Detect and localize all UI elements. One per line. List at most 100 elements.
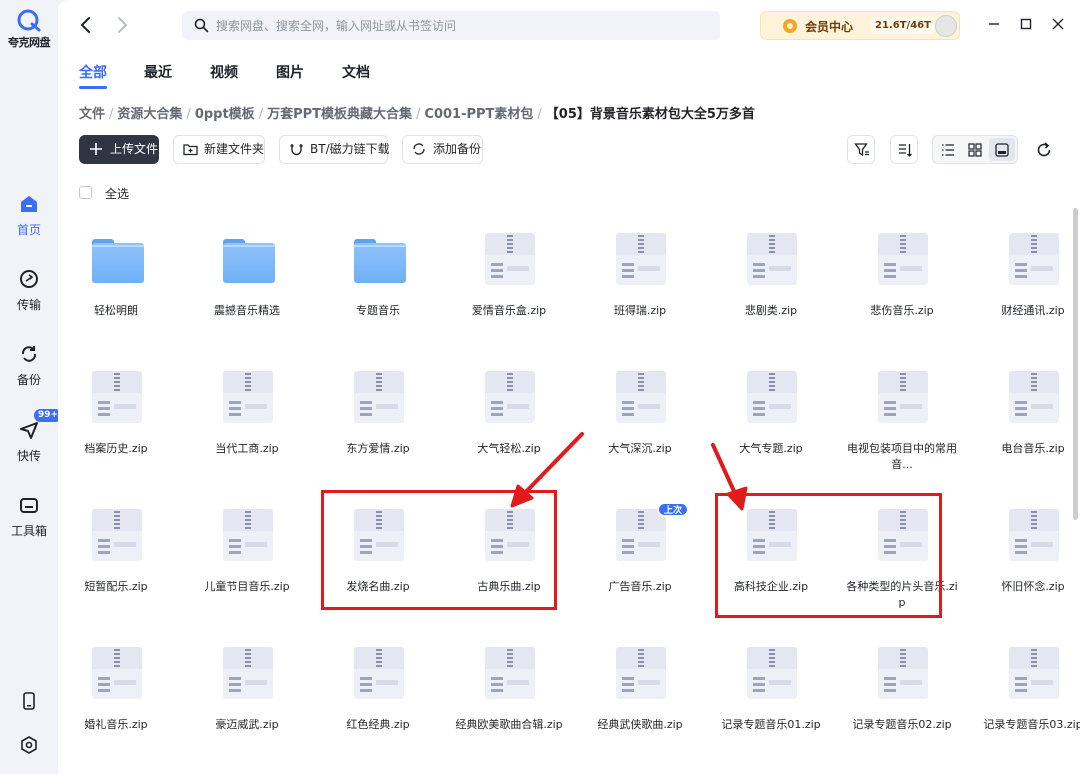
file-item[interactable]: 记录专题音乐02.zip <box>837 647 967 774</box>
breadcrumb-current: 【05】背景音乐素材包大全5万多首 <box>545 107 755 122</box>
folder-item[interactable]: 专题音乐 <box>313 233 443 363</box>
file-name: 当代工商.zip <box>215 442 279 455</box>
search-input[interactable] <box>216 11 706 40</box>
sidebar-item-label: 快传 <box>16 449 41 463</box>
file-name: 班得瑞.zip <box>613 304 667 317</box>
select-all-checkbox[interactable] <box>79 186 92 199</box>
bt-download-button[interactable]: BT/磁力链下载 <box>279 135 390 164</box>
filter-button[interactable] <box>847 135 875 164</box>
phone-icon <box>18 690 40 712</box>
new-folder-button[interactable]: 新建文件夹 <box>173 135 265 164</box>
file-item[interactable]: 红色经典.zip <box>313 647 443 774</box>
list-view-button[interactable] <box>935 138 961 161</box>
scrollbar[interactable] <box>1073 208 1078 520</box>
minimize-button[interactable] <box>984 14 1004 34</box>
breadcrumb-separator: / <box>258 107 264 122</box>
file-item[interactable]: 东方爱情.zip <box>313 371 443 501</box>
file-item[interactable]: 档案历史.zip <box>51 371 181 501</box>
vip-center-button[interactable]: 会员中心 21.6T/46T <box>760 11 960 40</box>
file-item[interactable]: 悲剧类.zip <box>706 233 836 363</box>
file-item[interactable]: 大气专题.zip <box>706 371 836 501</box>
file-item[interactable]: 爱情音乐盒.zip <box>444 233 574 363</box>
file-item[interactable]: 婚礼音乐.zip <box>51 647 181 774</box>
tab-recent[interactable]: 最近 <box>144 62 172 82</box>
zip-file-icon <box>1009 233 1059 285</box>
file-name: 大气轻松.zip <box>477 442 541 455</box>
file-name: 记录专题音乐03.zip <box>983 718 1080 731</box>
file-name: 经典欧美歌曲合辑.zip <box>455 718 563 731</box>
file-item[interactable]: 豪迈威武.zip <box>182 647 312 774</box>
file-item[interactable]: 儿童节目音乐.zip <box>182 509 312 639</box>
file-item[interactable]: 经典欧美歌曲合辑.zip <box>444 647 574 774</box>
file-name: 东方爱情.zip <box>346 442 410 455</box>
file-name: 记录专题音乐02.zip <box>852 718 952 731</box>
back-button[interactable] <box>76 14 96 36</box>
sidebar-item-toolbox[interactable]: 工具箱 <box>0 494 58 539</box>
sidebar-item-backup[interactable]: 备份 <box>0 343 58 388</box>
file-item[interactable]: 当代工商.zip <box>182 371 312 501</box>
file-item[interactable]: 班得瑞.zip <box>575 233 705 363</box>
search-box <box>182 11 720 40</box>
tab-video[interactable]: 视频 <box>210 62 238 82</box>
folder-item[interactable]: 轻松明朗 <box>51 233 181 363</box>
forward-button[interactable] <box>112 14 132 36</box>
file-item[interactable]: 短暂配乐.zip <box>51 509 181 639</box>
file-item[interactable]: 记录专题音乐01.zip <box>706 647 836 774</box>
file-item[interactable]: 电视包装项目中的常用音... <box>837 371 967 501</box>
file-item[interactable]: 大气轻松.zip <box>444 371 574 501</box>
breadcrumb-item[interactable]: 万套PPT模板典藏大合集 <box>267 107 412 122</box>
tab-all[interactable]: 全部 <box>79 62 107 89</box>
phone-button[interactable] <box>0 690 58 712</box>
settings-button[interactable] <box>0 734 58 756</box>
sort-button[interactable] <box>890 135 918 164</box>
breadcrumb-item[interactable]: 资源大合集 <box>117 107 182 122</box>
app-logo: 夸克网盘 <box>8 8 51 50</box>
vip-label: 会员中心 <box>805 20 854 34</box>
file-name: 大气专题.zip <box>739 442 803 455</box>
file-name: 电视包装项目中的常用音... <box>847 442 957 471</box>
close-icon <box>1052 18 1064 30</box>
refresh-button[interactable] <box>1034 140 1054 160</box>
breadcrumb-item[interactable]: 0ppt模板 <box>195 107 255 122</box>
zip-file-icon <box>878 647 928 699</box>
maximize-button[interactable] <box>1016 14 1036 34</box>
add-backup-button[interactable]: 添加备份 <box>402 135 483 164</box>
sidebar: 夸克网盘 首页 传输 备份 99+ 快传 工具箱 <box>0 0 63 774</box>
tab-document[interactable]: 文档 <box>342 62 370 82</box>
file-item[interactable]: 怀旧怀念.zip <box>968 509 1080 639</box>
app-name: 夸克网盘 <box>8 36 51 49</box>
file-item[interactable]: 财经通讯.zip <box>968 233 1080 363</box>
zip-file-icon <box>616 647 666 699</box>
close-button[interactable] <box>1048 14 1068 34</box>
avatar[interactable] <box>935 15 957 37</box>
file-item[interactable]: 经典武侠歌曲.zip <box>575 647 705 774</box>
grid-view-button[interactable] <box>962 138 988 161</box>
plus-icon <box>90 143 102 155</box>
folder-item[interactable]: 震撼音乐精选 <box>182 233 312 363</box>
file-name: 红色经典.zip <box>346 718 410 731</box>
file-item[interactable]: 记录专题音乐03.zip <box>968 647 1080 774</box>
thumbnail-view-button[interactable] <box>989 138 1015 161</box>
sidebar-item-quick-send[interactable]: 99+ 快传 <box>0 409 63 464</box>
tab-image[interactable]: 图片 <box>276 62 304 82</box>
zip-file-icon <box>485 233 535 285</box>
file-item[interactable]: 上次 广告音乐.zip <box>575 502 705 639</box>
chevron-left-icon <box>80 17 90 33</box>
sidebar-item-home[interactable]: 首页 <box>0 193 58 238</box>
zip-file-icon <box>485 371 535 423</box>
zip-file-icon <box>878 233 928 285</box>
upload-button[interactable]: 上传文件 <box>79 135 159 164</box>
sidebar-item-transfer[interactable]: 传输 <box>0 268 58 313</box>
zip-file-icon <box>223 647 273 699</box>
file-item[interactable]: 悲伤音乐.zip <box>837 233 967 363</box>
breadcrumb-item[interactable]: C001-PPT素材包 <box>424 107 533 122</box>
sidebar-item-label: 传输 <box>16 298 41 312</box>
breadcrumb-separator: / <box>537 107 542 122</box>
sidebar-item-label: 工具箱 <box>10 524 47 538</box>
minimize-icon <box>989 23 999 25</box>
file-item[interactable]: 电台音乐.zip <box>968 371 1080 501</box>
file-name: 爱情音乐盒.zip <box>471 304 547 317</box>
file-name: 震撼音乐精选 <box>214 304 280 317</box>
breadcrumb-item[interactable]: 文件 <box>79 107 105 122</box>
file-item[interactable]: 大气深沉.zip <box>575 371 705 501</box>
